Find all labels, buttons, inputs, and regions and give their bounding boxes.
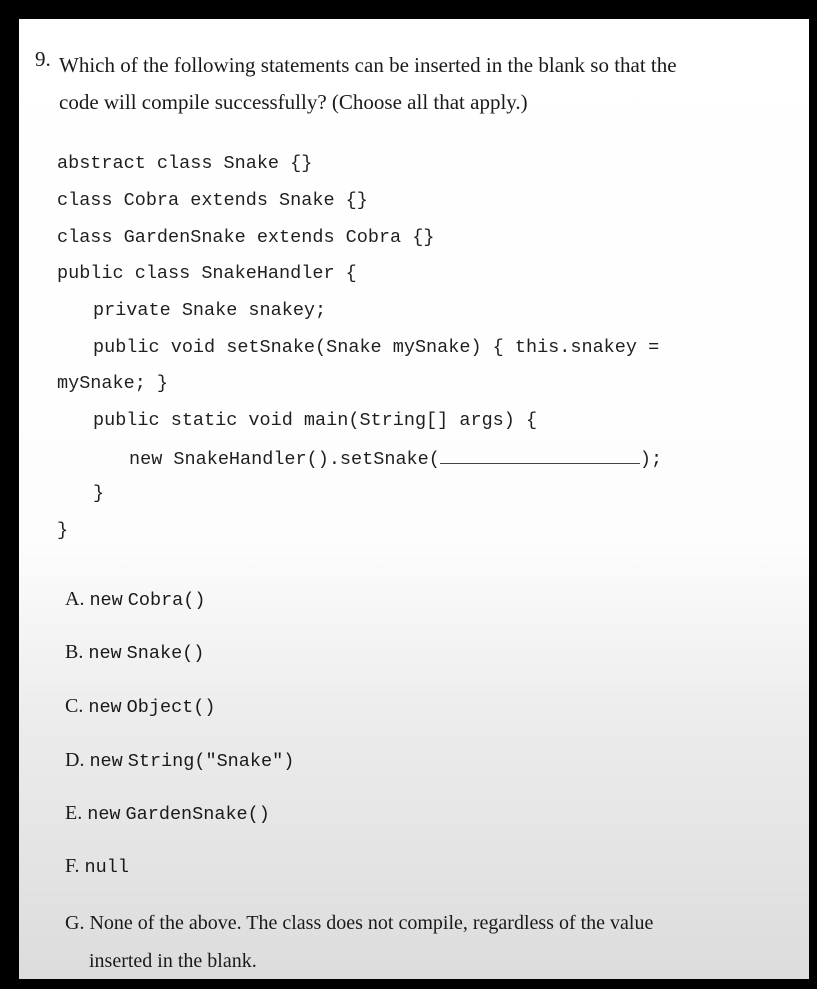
option-keyword: new [89,751,123,772]
option-letter: F. [65,855,80,877]
code-line: } [93,483,105,504]
document-page: 9. Which of the following statements can… [19,19,809,979]
option-keyword: new [88,643,122,664]
option-d: D. new String("Snake") [65,749,294,772]
option-letter: E. [65,802,83,824]
code-line: public void setSnake(Snake mySnake) { th… [93,337,660,358]
option-letter: A. [65,588,85,610]
answer-blank [439,447,640,464]
option-letter: D. [65,749,85,771]
question-line-2: code will compile successfully? (Choose … [59,90,528,114]
option-a: A. new Cobra() [65,588,205,611]
option-text-line-1: None of the above. The class does not co… [89,912,654,934]
option-code: Snake() [126,643,205,664]
code-line: private Snake snakey; [93,300,327,321]
option-text-line-2: inserted in the blank. [89,950,257,972]
option-letter: G. [65,912,85,934]
code-line: mySnake; } [57,373,169,394]
question-line-1: Which of the following statements can be… [59,53,677,77]
code-text: ); [639,449,663,470]
option-code: Object() [126,697,216,718]
question-number: 9. [35,47,51,71]
option-code: Cobra() [127,590,206,611]
option-keyword: new [88,697,122,718]
option-e: E. new GardenSnake() [65,802,270,825]
code-line: public static void main(String[] args) { [93,410,538,431]
option-code: null [84,857,129,878]
code-line: class GardenSnake extends Cobra {} [57,227,435,248]
option-letter: C. [65,695,84,717]
question-text: Which of the following statements can be… [59,47,789,121]
code-text: new SnakeHandler().setSnake( [129,449,440,470]
option-keyword: new [87,804,121,825]
code-line: class Cobra extends Snake {} [57,190,368,211]
code-line: } [57,520,69,541]
option-code: String("Snake") [127,751,295,772]
option-b: B. new Snake() [65,641,204,664]
option-letter: B. [65,641,84,663]
option-f: F. null [65,855,129,878]
option-keyword: new [89,590,123,611]
code-line-with-blank: new SnakeHandler().setSnake(); [129,447,662,471]
code-line: abstract class Snake {} [57,153,313,174]
option-g: G. None of the above. The class does not… [65,904,785,979]
code-line: public class SnakeHandler { [57,263,357,284]
option-c: C. new Object() [65,695,215,718]
option-code: GardenSnake() [125,804,270,825]
